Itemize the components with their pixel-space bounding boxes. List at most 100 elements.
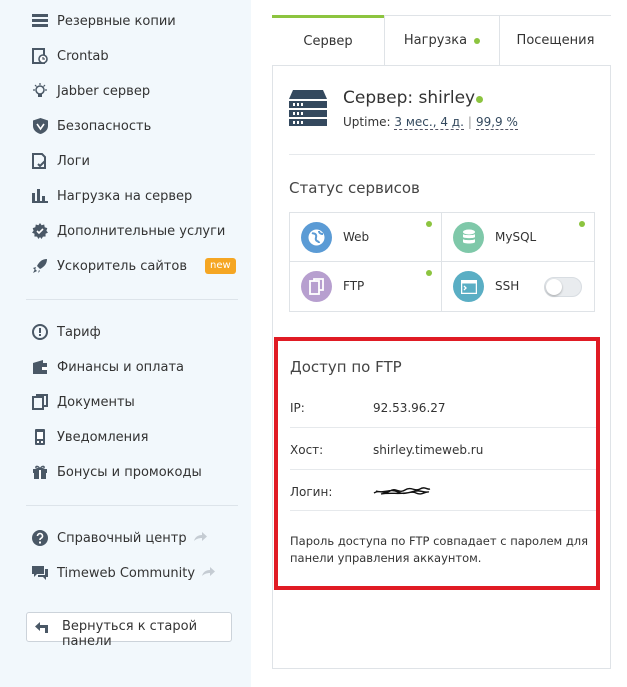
documents-icon	[31, 393, 49, 411]
sidebar-item-help-center[interactable]: Справочный центр	[0, 523, 251, 553]
uptime-value[interactable]: 3 мес., 4 д.	[394, 115, 464, 130]
back-to-old-panel-button[interactable]: Вернуться к старой панели	[26, 612, 232, 649]
redacted-login-scribble	[373, 486, 431, 501]
sidebar-item-label: Безопасность	[57, 118, 152, 134]
tariff-icon	[31, 323, 49, 341]
sidebar-item-crontab[interactable]: Crontab	[0, 41, 251, 71]
sidebar-item-notifications[interactable]: Уведомления	[0, 422, 251, 452]
divider	[290, 469, 596, 470]
sidebar-item-community[interactable]: Timeweb Community	[0, 558, 251, 588]
log-icon	[31, 152, 49, 170]
divider	[290, 427, 596, 428]
host-label: Хост:	[290, 443, 324, 457]
back-arrow-icon	[34, 619, 50, 635]
sidebar: Резервные копии Crontab Jabber сервер Бе…	[0, 0, 251, 687]
sidebar-item-jabber[interactable]: Jabber сервер	[0, 76, 251, 106]
sidebar-item-text: Timeweb Community	[57, 565, 196, 581]
globe-icon	[301, 222, 332, 253]
sidebar-item-label: Timeweb Community	[57, 565, 216, 581]
sidebar-item-label: Резервные копии	[57, 13, 176, 29]
terminal-icon	[453, 271, 484, 302]
ip-label: IP:	[290, 401, 305, 415]
sidebar-divider	[26, 299, 238, 300]
tab-bar: Сервер Нагрузка Посещения	[272, 15, 611, 66]
crontab-icon	[31, 47, 49, 65]
service-name: Web	[343, 230, 370, 244]
sidebar-item-label: Документы	[57, 394, 135, 410]
sidebar-item-finance[interactable]: Финансы и оплата	[0, 352, 251, 382]
status-dot	[474, 37, 481, 44]
divider	[290, 510, 596, 511]
sidebar-item-label: Нагрузка на сервер	[57, 188, 193, 204]
sidebar-item-documents[interactable]: Документы	[0, 387, 251, 417]
sidebar-item-text: Справочный центр	[57, 530, 187, 546]
files-icon	[301, 271, 332, 302]
uptime-label: Uptime:	[343, 115, 391, 129]
sidebar-item-label: Jabber сервер	[57, 83, 151, 99]
server-panel: Сервер Нагрузка Посещения Сервер: shirle…	[272, 15, 611, 669]
sidebar-item-load[interactable]: Нагрузка на сервер	[0, 181, 251, 211]
database-icon	[453, 222, 484, 253]
sidebar-item-label: Бонусы и промокоды	[57, 464, 202, 480]
sidebar-item-logs[interactable]: Логи	[0, 146, 251, 176]
server-icon	[289, 89, 327, 131]
uptime-percent[interactable]: 99,9 %	[475, 115, 518, 130]
ssh-toggle[interactable]	[544, 277, 582, 297]
tab-load[interactable]: Нагрузка	[384, 16, 499, 65]
service-name: FTP	[343, 279, 365, 293]
tab-server[interactable]: Сервер	[272, 15, 384, 65]
services-grid: Web MySQL FTP SSH	[289, 212, 595, 312]
ftp-access-section: Доступ по FTP IP: 92.53.96.27 Хост: shir…	[274, 337, 600, 590]
sidebar-item-tariff[interactable]: Тариф	[0, 317, 251, 347]
shield-icon	[31, 117, 49, 135]
services-title: Статус сервисов	[289, 179, 420, 197]
server-status-dot	[476, 96, 483, 103]
status-dot	[426, 270, 432, 276]
sidebar-item-extra-services[interactable]: Дополнительные услуги	[0, 216, 251, 246]
service-ftp[interactable]: FTP	[290, 262, 442, 311]
help-icon	[31, 529, 49, 547]
divider	[289, 154, 595, 155]
rocket-icon	[31, 257, 49, 275]
sidebar-item-bonuses[interactable]: Бонусы и промокоды	[0, 457, 251, 487]
tab-label: Посещения	[516, 33, 595, 48]
sidebar-item-label: Справочный центр	[57, 531, 207, 546]
tab-visits[interactable]: Посещения	[499, 16, 611, 65]
server-title: Сервер: shirley	[343, 88, 476, 108]
uptime: Uptime: 3 мес., 4 д. | 99,9 %	[343, 115, 518, 130]
ftp-title: Доступ по FTP	[290, 358, 402, 376]
sidebar-item-label: Финансы и оплата	[57, 359, 184, 375]
sidebar-item-label: Уведомления	[57, 429, 149, 445]
sidebar-item-label: Тариф	[57, 324, 101, 340]
external-arrow-icon	[201, 566, 216, 581]
tab-label: Сервер	[303, 34, 353, 49]
ip-value: 92.53.96.27	[373, 401, 446, 415]
phone-icon	[31, 428, 49, 446]
new-badge: new	[205, 258, 236, 274]
host-value: shirley.timeweb.ru	[373, 443, 484, 457]
sidebar-item-site-accelerator[interactable]: Ускоритель сайтов new	[0, 251, 251, 281]
ftp-password-note: Пароль доступа по FTP совпадает с пароле…	[290, 534, 589, 565]
sidebar-item-security[interactable]: Безопасность	[0, 111, 251, 141]
service-web[interactable]: Web	[290, 213, 442, 262]
service-mysql[interactable]: MySQL	[442, 213, 594, 262]
bulb-icon	[31, 82, 49, 100]
sidebar-item-label: Ускоритель сайтов	[57, 258, 187, 274]
sidebar-item-label: Crontab	[57, 48, 109, 64]
chat-icon	[31, 564, 49, 582]
backup-icon	[31, 12, 49, 30]
sidebar-item-label: Логи	[57, 153, 91, 169]
gear-icon	[31, 222, 49, 240]
sidebar-item-backups[interactable]: Резервные копии	[0, 6, 251, 36]
login-label: Логин:	[290, 485, 333, 499]
sidebar-item-label: Дополнительные услуги	[57, 223, 226, 239]
status-dot	[579, 221, 585, 227]
bar-chart-icon	[31, 187, 49, 205]
back-button-label: Вернуться к старой панели	[62, 619, 198, 649]
tab-label: Нагрузка	[403, 33, 468, 48]
gift-icon	[31, 463, 49, 481]
service-name: SSH	[495, 279, 520, 293]
sidebar-divider	[26, 505, 238, 506]
status-dot	[426, 221, 432, 227]
external-arrow-icon	[193, 531, 207, 546]
